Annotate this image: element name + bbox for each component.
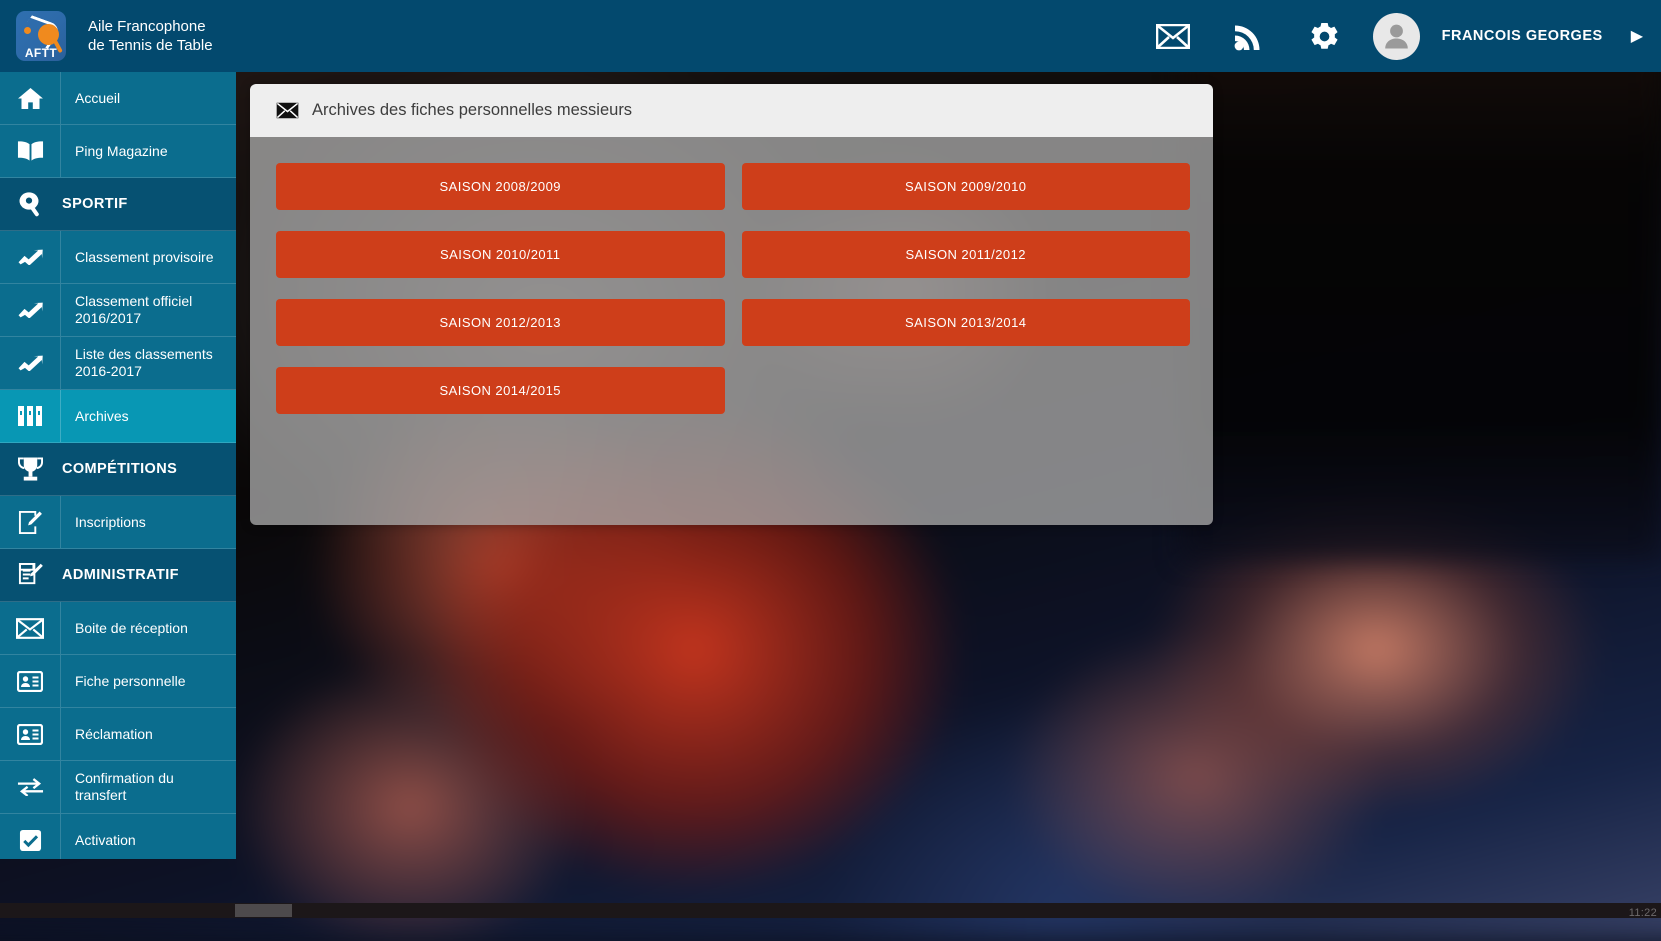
sidebar-item-label: Archives (61, 390, 139, 442)
mail-icon (0, 602, 61, 654)
sidebar-item-classement-provisoire[interactable]: Classement provisoire (0, 231, 236, 284)
logo-acronym: AFTT (16, 46, 66, 60)
brand-title: Aile Francophone de Tennis de Table (88, 17, 213, 55)
sidebar-item-r-clamation[interactable]: Réclamation (0, 708, 236, 761)
checkbox-icon (0, 814, 61, 859)
logo-ball-shape (24, 27, 31, 34)
sidebar-item-label: Accueil (61, 72, 130, 124)
season-button-row: SAISON 2008/2009 SAISON 2009/2010 (276, 163, 1190, 210)
background-photo-shadow (1180, 0, 1661, 560)
season-button[interactable]: SAISON 2009/2010 (742, 163, 1191, 210)
book-icon (0, 125, 61, 177)
content-panel: Archives des fiches personnelles messieu… (250, 84, 1213, 525)
sidebar-item-inscriptions[interactable]: Inscriptions (0, 496, 236, 549)
season-button[interactable]: SAISON 2008/2009 (276, 163, 725, 210)
panel-body: SAISON 2008/2009SAISON 2009/2010SAISON 2… (250, 137, 1213, 525)
horizontal-scrollbar[interactable]: 11:22 (0, 903, 1661, 918)
clipboard-pen-icon (0, 549, 61, 601)
season-button[interactable]: SAISON 2012/2013 (276, 299, 725, 346)
trend-up-icon (0, 337, 61, 389)
header-actions: FRANCOIS GEORGES ▶ (1135, 0, 1661, 72)
page-title: Archives des fiches personnelles messieu… (312, 101, 632, 120)
sidebar-item-comp-titions[interactable]: COMPÉTITIONS (0, 443, 236, 496)
gear-icon[interactable] (1287, 0, 1363, 72)
id-card-icon (0, 708, 61, 760)
clock-label: 11:22 (1629, 907, 1657, 919)
sidebar-item-sportif[interactable]: SPORTIF (0, 178, 236, 231)
mail-icon (276, 102, 299, 119)
sidebar-item-label: Classement officiel 2016/2017 (61, 284, 236, 336)
sidebar-item-label: Boite de réception (61, 602, 198, 654)
rss-icon[interactable] (1211, 0, 1287, 72)
top-header: AFTT Aile Francophone de Tennis de Table… (0, 0, 1661, 72)
sidebar-item-archives[interactable]: Archives (0, 390, 236, 443)
sidebar-item-label: ADMINISTRATIF (61, 549, 189, 601)
sidebar-item-liste-des-classements-2016-2017[interactable]: Liste des classements 2016-2017 (0, 337, 236, 390)
trophy-icon (0, 443, 61, 495)
sidebar-item-label: Fiche personnelle (61, 655, 196, 707)
sidebar-item-accueil[interactable]: Accueil (0, 72, 236, 125)
season-button[interactable]: SAISON 2010/2011 (276, 231, 725, 278)
sidebar-item-ping-magazine[interactable]: Ping Magazine (0, 125, 236, 178)
panel-header: Archives des fiches personnelles messieu… (250, 84, 1213, 137)
season-button[interactable]: SAISON 2013/2014 (742, 299, 1191, 346)
brand-logo-group[interactable]: AFTT Aile Francophone de Tennis de Table (0, 11, 213, 61)
avatar[interactable] (1373, 13, 1420, 60)
sidebar-item-boite-de-r-ception[interactable]: Boite de réception (0, 602, 236, 655)
scrollbar-thumb[interactable] (235, 904, 292, 917)
sidebar-item-label: Liste des classements 2016-2017 (61, 337, 236, 389)
sidebar-item-fiche-personnelle[interactable]: Fiche personnelle (0, 655, 236, 708)
sidebar-item-label: Classement provisoire (61, 231, 224, 283)
sidebar-item-label: SPORTIF (61, 178, 138, 230)
transfer-icon (0, 761, 61, 813)
trend-up-icon (0, 231, 61, 283)
mail-icon[interactable] (1135, 0, 1211, 72)
home-icon (0, 72, 61, 124)
sidebar-item-label: Réclamation (61, 708, 163, 760)
user-menu-caret-icon[interactable]: ▶ (1631, 26, 1643, 46)
sidebar-item-activation[interactable]: Activation (0, 814, 236, 859)
season-button-row: SAISON 2010/2011 SAISON 2011/2012 (276, 231, 1190, 278)
sidebar-item-confirmation-du-transfert[interactable]: Confirmation du transfert (0, 761, 236, 814)
aftt-logo-icon: AFTT (16, 11, 66, 61)
season-button[interactable]: SAISON 2011/2012 (742, 231, 1191, 278)
archive-icon (0, 390, 61, 442)
sidebar-item-label: Ping Magazine (61, 125, 178, 177)
season-button-row: SAISON 2012/2013 SAISON 2013/2014 (276, 299, 1190, 346)
season-button-row: SAISON 2014/2015 (276, 367, 1190, 414)
edit-note-icon (0, 496, 61, 548)
season-button[interactable]: SAISON 2014/2015 (276, 367, 725, 414)
username-label: FRANCOIS GEORGES (1442, 28, 1603, 44)
id-card-icon (0, 655, 61, 707)
sidebar-item-label: COMPÉTITIONS (61, 443, 187, 495)
sidebar-nav: AccueilPing MagazineSPORTIFClassement pr… (0, 72, 236, 859)
sidebar-item-label: Confirmation du transfert (61, 761, 236, 813)
sidebar-item-classement-officiel-2016-2017[interactable]: Classement officiel 2016/2017 (0, 284, 236, 337)
trend-up-icon (0, 284, 61, 336)
sidebar-item-label: Inscriptions (61, 496, 156, 548)
paddle-icon (0, 178, 61, 230)
sidebar-item-label: Activation (61, 814, 146, 859)
sidebar-item-administratif[interactable]: ADMINISTRATIF (0, 549, 236, 602)
